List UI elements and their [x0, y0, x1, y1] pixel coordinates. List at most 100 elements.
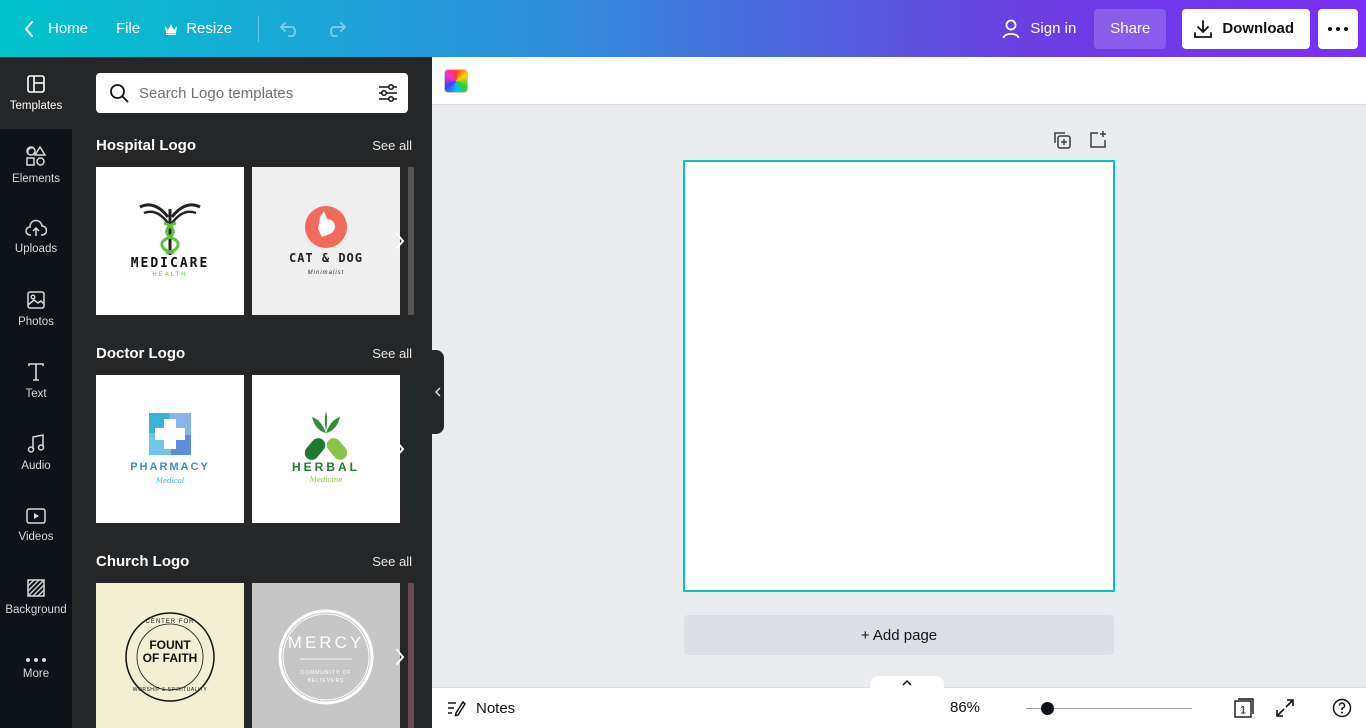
- rail-item-more[interactable]: More: [0, 633, 72, 705]
- show-pages-handle[interactable]: [870, 676, 944, 690]
- section-church-logo: Church Logo See all CENTER FOR FOUNT OF …: [96, 551, 416, 728]
- rail-item-text[interactable]: Text: [0, 345, 72, 417]
- template-thumb-cat-dog[interactable]: CAT & DOG Minimalist: [252, 167, 400, 315]
- add-page-button[interactable]: + Add page: [684, 615, 1114, 655]
- rail-label: Templates: [9, 100, 63, 112]
- rail-item-background[interactable]: Background: [0, 561, 72, 633]
- thumb-subtitle: Medical: [155, 477, 185, 485]
- design-canvas-page[interactable]: [683, 160, 1115, 592]
- template-thumb-pharmacy[interactable]: PHARMACY Medical: [96, 375, 244, 523]
- background-color-button[interactable]: [444, 69, 468, 93]
- videos-icon: [26, 508, 46, 524]
- pages-icon: 1: [1234, 698, 1254, 718]
- template-thumb-herbal[interactable]: HERBAL Medicine: [252, 375, 400, 523]
- undo-button[interactable]: [269, 9, 311, 49]
- share-label: Share: [1110, 20, 1151, 37]
- section-title: Hospital Logo: [96, 136, 196, 154]
- chevron-right-icon: [396, 649, 405, 665]
- audio-icon: [27, 434, 45, 453]
- see-all-link[interactable]: See all: [372, 346, 412, 361]
- rail-item-videos[interactable]: Videos: [0, 489, 72, 561]
- template-carousel: PHARMACY Medical HERBAL Medicine: [96, 375, 416, 523]
- pharmacy-logo-image: [149, 413, 191, 455]
- download-label: Download: [1222, 20, 1294, 37]
- share-button[interactable]: Share: [1094, 8, 1167, 49]
- chevron-left-icon: [25, 20, 33, 37]
- templates-icon: [27, 75, 45, 93]
- page-actions: [1052, 130, 1108, 150]
- add-page-label: + Add page: [860, 626, 938, 644]
- zoom-slider-handle[interactable]: [1041, 702, 1055, 715]
- templates-panel: Hospital Logo See all MEDICARE HEALTH: [72, 57, 432, 728]
- page-count-button[interactable]: 1: [1232, 697, 1256, 724]
- badge-ring-bottom-text: WORSHIP & SPIRITUALITY: [132, 687, 208, 693]
- rail-item-elements[interactable]: Elements: [0, 129, 72, 201]
- section-title: Doctor Logo: [96, 344, 186, 362]
- search-box: [96, 73, 408, 113]
- sign-in-button[interactable]: Sign in: [990, 9, 1088, 49]
- duplicate-page-icon[interactable]: [1052, 130, 1072, 150]
- collapse-panel-button[interactable]: [432, 350, 444, 434]
- rail-item-photos[interactable]: Photos: [0, 273, 72, 345]
- expand-icon: [1276, 699, 1294, 717]
- medicare-logo-image: [139, 203, 201, 255]
- filter-icon[interactable]: [378, 83, 398, 103]
- redo-button[interactable]: [315, 9, 357, 49]
- zoom-level[interactable]: 86%: [950, 699, 980, 716]
- help-button[interactable]: [1332, 698, 1352, 723]
- mercy-badge-image: [278, 609, 374, 705]
- notes-icon: [448, 700, 466, 717]
- rail-item-uploads[interactable]: Uploads: [0, 201, 72, 273]
- thumb-subtitle: Minimalist: [307, 270, 345, 276]
- template-carousel: MEDICARE HEALTH CAT & DOG Minimalist: [96, 167, 416, 315]
- see-all-link[interactable]: See all: [372, 554, 412, 569]
- section-header: Hospital Logo See all: [96, 135, 416, 155]
- thumb-subtitle: Medicine: [309, 476, 343, 484]
- rail-label: Uploads: [14, 243, 58, 255]
- rail-label: Background: [5, 604, 67, 616]
- file-menu-button[interactable]: File: [104, 9, 152, 49]
- download-icon: [1194, 19, 1213, 38]
- thumb-title: PHARMACY: [130, 461, 210, 473]
- rail-label: Elements: [12, 173, 60, 185]
- see-all-link[interactable]: See all: [372, 138, 412, 153]
- redo-icon: [330, 21, 346, 37]
- undo-redo-group: [269, 9, 357, 49]
- search-input[interactable]: [139, 75, 378, 111]
- carousel-next-button[interactable]: [388, 229, 412, 253]
- thumb-title: CAT & DOG: [288, 251, 364, 265]
- rail-label: Videos: [18, 531, 54, 543]
- rail-label: Audio: [21, 460, 51, 472]
- file-label: File: [116, 20, 141, 37]
- user-icon: [1003, 19, 1020, 38]
- section-header: Church Logo See all: [96, 551, 416, 571]
- elements-icon: [26, 145, 47, 166]
- rail-item-templates[interactable]: Templates: [0, 57, 72, 129]
- thumb-subtitle: HEALTH: [152, 272, 188, 278]
- template-thumb-fount-of-faith[interactable]: CENTER FOR FOUNT OF FAITH WORSHIP & SPIR…: [96, 583, 244, 728]
- thumb-title: MERCY: [287, 633, 365, 652]
- home-button[interactable]: Home: [12, 9, 100, 49]
- section-title: Church Logo: [96, 552, 190, 570]
- fullscreen-button[interactable]: [1275, 698, 1295, 723]
- carousel-next-button[interactable]: [388, 645, 412, 669]
- side-rail: Templates Elements Uploads Photos Text A…: [0, 57, 72, 728]
- chevron-right-icon: [396, 233, 405, 249]
- rail-label: Photos: [18, 316, 54, 328]
- template-thumb-medicare[interactable]: MEDICARE HEALTH: [96, 167, 244, 315]
- download-button[interactable]: Download: [1182, 8, 1310, 49]
- add-page-icon[interactable]: [1088, 130, 1108, 150]
- photos-icon: [27, 291, 45, 309]
- resize-button[interactable]: Resize: [152, 9, 244, 49]
- section-hospital-logo: Hospital Logo See all MEDICARE HEALTH CA…: [96, 135, 416, 315]
- template-thumb-mercy[interactable]: MERCY COMMUNITY OF BELIEVERS: [252, 583, 400, 728]
- crown-icon: [165, 23, 178, 35]
- notes-button[interactable]: Notes: [446, 699, 515, 717]
- rail-item-audio[interactable]: Audio: [0, 417, 72, 489]
- background-icon: [27, 579, 45, 597]
- section-doctor-logo: Doctor Logo See all PHARMACY Medical HER…: [96, 343, 416, 523]
- thumb-title: FOUNT OF FAITH: [142, 638, 198, 665]
- carousel-next-button[interactable]: [388, 437, 412, 461]
- more-options-button[interactable]: [1318, 8, 1358, 49]
- top-bar-right: Sign in Share Download: [990, 0, 1366, 57]
